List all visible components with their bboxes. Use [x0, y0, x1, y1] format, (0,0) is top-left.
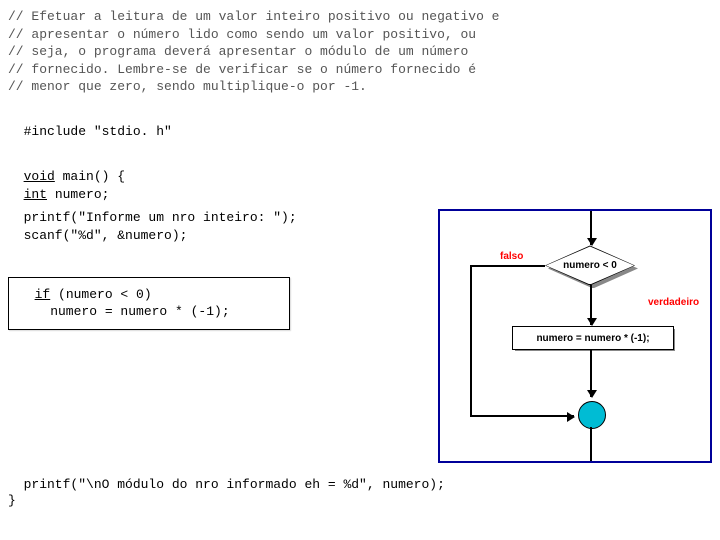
void-keyword: void: [24, 169, 55, 184]
flow-connector-circle: [578, 401, 606, 429]
int-keyword: int: [24, 187, 47, 202]
flow-edge-true-2: [590, 349, 592, 397]
comment-l1: // Efetuar a leitura de um valor inteiro…: [8, 9, 499, 24]
main-signature: void main() {: [8, 151, 712, 186]
flow-edge-false-h: [470, 265, 545, 267]
if-keyword: if: [35, 287, 51, 302]
flow-decision: numero < 0: [545, 245, 635, 285]
flow-edge-true-1: [590, 285, 592, 325]
if-line: if (numero < 0): [19, 286, 279, 304]
comment-l3: // seja, o programa deverá apresentar o …: [8, 44, 468, 59]
flow-label-true: verdadeiro: [648, 297, 699, 308]
flow-operation-text: numero = numero * (-1);: [536, 333, 649, 344]
include-header: "stdio. h": [86, 124, 172, 139]
include-line: #include "stdio. h": [8, 106, 712, 141]
flow-condition-text: numero < 0: [563, 260, 617, 271]
close-brace: }: [8, 492, 712, 510]
include-directive: #include: [24, 124, 86, 139]
printf-prompt-line: printf("Informe um nro inteiro: ");: [8, 209, 428, 227]
printf-result-line: printf("\nO módulo do nro informado eh =…: [8, 477, 712, 492]
if-condition: (numero < 0): [50, 287, 151, 302]
flow-arrow-in: [590, 211, 592, 245]
flow-edge-false-v: [470, 265, 472, 415]
flowchart-panel: falso numero < 0 verdadeiro numero = num…: [438, 209, 712, 463]
if-block-box: if (numero < 0) numero = numero * (-1);: [8, 277, 290, 330]
flow-edge-false-merge: [470, 415, 574, 417]
comment-l2: // apresentar o número lido como sendo u…: [8, 27, 476, 42]
flow-arrow-out: [590, 427, 592, 461]
decl-text: numero;: [47, 187, 109, 202]
comment-l4: // fornecido. Lembre-se de verificar se …: [8, 62, 476, 77]
flow-label-false: falso: [500, 251, 523, 262]
if-body-line: numero = numero * (-1);: [19, 303, 279, 321]
comment-block: // Efetuar a leitura de um valor inteiro…: [8, 8, 712, 96]
comment-l5: // menor que zero, sendo multiplique-o p…: [8, 79, 367, 94]
scanf-line: scanf("%d", &numero);: [8, 227, 428, 245]
flow-operation: numero = numero * (-1);: [512, 326, 674, 350]
main-text: main() {: [55, 169, 125, 184]
decl-line: int numero;: [8, 186, 712, 204]
